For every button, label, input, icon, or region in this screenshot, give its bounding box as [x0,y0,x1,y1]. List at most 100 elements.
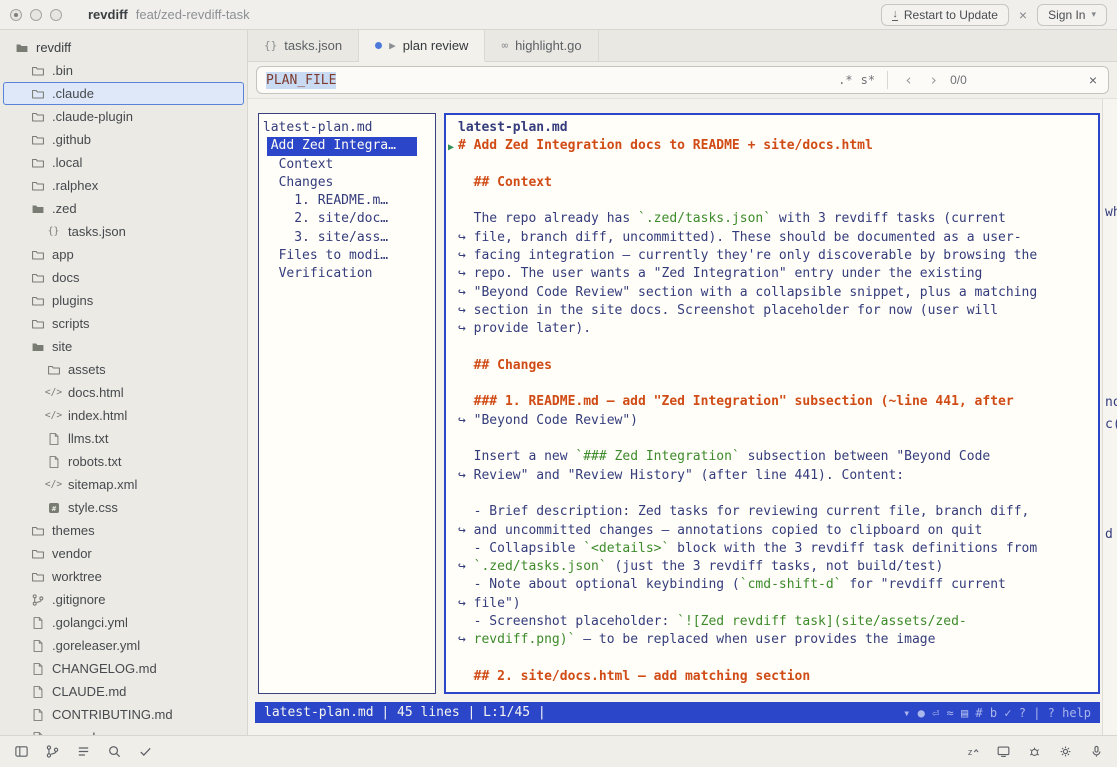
tree-item-worktree[interactable]: worktree [3,565,244,588]
outline-item[interactable]: latest-plan.md [259,119,435,137]
mic-icon[interactable] [1085,741,1107,763]
terminal-line: ### 1. README.md — add "Zed Integration"… [446,393,1098,411]
tree-item-assets[interactable]: assets [3,358,244,381]
tree-item-.ralphex[interactable]: .ralphex [3,174,244,197]
git-branch-icon[interactable] [41,741,63,763]
tree-item-style.css[interactable]: #style.css [3,496,244,519]
terminal-line: ## 2. site/docs.html — add matching sect… [446,668,1098,686]
tab-tasks.json[interactable]: {}tasks.json [248,30,359,61]
tree-item-.claude[interactable]: .claude [3,82,244,105]
search-input[interactable]: PLAN_FILE .* s* ‹ › 0/0 × [256,66,1109,94]
status-bar-left [10,741,156,763]
outline-list-icon[interactable] [72,741,94,763]
maximize-window-button[interactable] [50,9,62,21]
tree-item-index.html[interactable]: </>index.html [3,404,244,427]
tree-item-sitemap.xml[interactable]: </> sitemap.xml [3,473,244,496]
outline-item[interactable]: Verification [259,265,435,283]
tree-item-llms.txt[interactable]: llms.txt [3,427,244,450]
outline-item[interactable]: 3. site/ass… [259,229,435,247]
folder-icon [30,270,45,285]
tree-item-revdiff[interactable]: revdiff [3,36,244,59]
window-controls [10,9,62,21]
minimize-window-button[interactable] [30,9,42,21]
tab-plan-review[interactable]: ▶plan review [359,30,485,62]
tree-item-scripts[interactable]: scripts [3,312,244,335]
outline-item[interactable]: Files to modi… [259,247,435,265]
tree-item-CHANGELOG.md[interactable]: CHANGELOG.md [3,657,244,680]
next-match-button[interactable]: › [925,71,942,89]
tree-item-CLAUDE.md[interactable]: CLAUDE.md [3,680,244,703]
tree-item-.bin[interactable]: .bin [3,59,244,82]
terminal-line: ↪ file, branch diff, uncommitted). These… [446,229,1098,247]
text-segment: latest-plan.md [458,120,568,135]
tab-label: tasks.json [284,38,342,53]
tree-item-.gitignore[interactable]: .gitignore [3,588,244,611]
tree-item-label: sitemap.xml [68,477,137,492]
outline-item[interactable]: 1. README.m… [259,192,435,210]
terminal-line: - Screenshot placeholder: `![Zed revdiff… [446,613,1098,631]
doc-icon [30,707,45,722]
selection-search-icon[interactable]: s* [861,73,875,87]
tree-item-.claude-plugin[interactable]: .claude-plugin [3,105,244,128]
tree-item-.goreleaser.yml[interactable]: .goreleaser.yml [3,634,244,657]
folder-open-icon [30,201,45,216]
code-icon: </> [46,477,61,492]
tree-item-label: docs [52,270,79,285]
text-segment: ↪ Review" and "Review History" (after li… [458,468,904,483]
outline-item[interactable]: Add Zed Integra… [267,137,417,155]
outline-item[interactable]: Context [259,156,435,174]
dismiss-update-button[interactable]: × [1017,7,1029,23]
regex-icon[interactable]: .* [838,73,852,87]
branch-name[interactable]: feat/zed-revdiff-task [136,7,250,22]
outline-item[interactable]: 2. site/doc… [259,210,435,228]
terminal-line: ↪ `.zed/tasks.json` (just the 3 revdiff … [446,558,1098,576]
tree-item-themes[interactable]: themes [3,519,244,542]
search-query[interactable]: PLAN_FILE [266,72,336,89]
tree-item-label: .claude-plugin [52,109,133,124]
tree-item-.zed[interactable]: .zed [3,197,244,220]
tree-item-go.mod[interactable]: go.mod [3,726,244,735]
project-name[interactable]: revdiff [88,7,128,22]
terminal-line [446,485,1098,503]
bug-icon[interactable] [1023,741,1045,763]
tree-item-.github[interactable]: .github [3,128,244,151]
text-segment: with 3 revdiff tasks (current [771,211,1006,226]
close-search-button[interactable]: × [1087,72,1099,88]
tree-item-.local[interactable]: .local [3,151,244,174]
code-icon: </> [46,385,61,400]
close-window-button[interactable] [10,9,22,21]
tree-item-tasks.json[interactable]: {}tasks.json [3,220,244,243]
tree-item-CONTRIBUTING.md[interactable]: CONTRIBUTING.md [3,703,244,726]
zoom-icon[interactable]: z [961,741,983,763]
tree-item-site[interactable]: site [3,335,244,358]
tree-item-vendor[interactable]: vendor [3,542,244,565]
panel-toggle-icon[interactable] [10,741,32,763]
markdown-viewer[interactable]: latest-plan.md▶# Add Zed Integration doc… [444,113,1100,694]
sign-in-button[interactable]: Sign In ▾ [1037,4,1107,26]
tree-item-robots.txt[interactable]: robots.txt [3,450,244,473]
terminal-line [446,339,1098,357]
text-segment: ↪ section in the site docs. Screenshot p… [458,303,998,318]
settings-icon[interactable] [1054,741,1076,763]
tree-item-label: .golangci.yml [52,615,128,630]
tree-item-label: app [52,247,74,262]
tree-item-docs.html[interactable]: </>docs.html [3,381,244,404]
prev-match-button[interactable]: ‹ [900,71,917,89]
diagnostics-check-icon[interactable] [134,741,156,763]
outline-item[interactable]: Changes [259,174,435,192]
svg-text:#: # [51,503,56,512]
restart-to-update-button[interactable]: ↓ Restart to Update [881,4,1009,26]
text-segment: - Note about optional keybinding ( [458,577,740,592]
tree-item-label: index.html [68,408,127,423]
tree-item-.golangci.yml[interactable]: .golangci.yml [3,611,244,634]
screen-share-icon[interactable] [992,741,1014,763]
outline-panel: latest-plan.mdAdd Zed Integra…ContextCha… [258,113,436,694]
tree-item-label: worktree [52,569,102,584]
tree-item-app[interactable]: app [3,243,244,266]
tab-highlight.go[interactable]: ∞highlight.go [485,30,598,61]
doc-icon [30,638,45,653]
tree-item-docs[interactable]: docs [3,266,244,289]
search-icon[interactable] [103,741,125,763]
tree-item-plugins[interactable]: plugins [3,289,244,312]
tree-item-label: CLAUDE.md [52,684,126,699]
